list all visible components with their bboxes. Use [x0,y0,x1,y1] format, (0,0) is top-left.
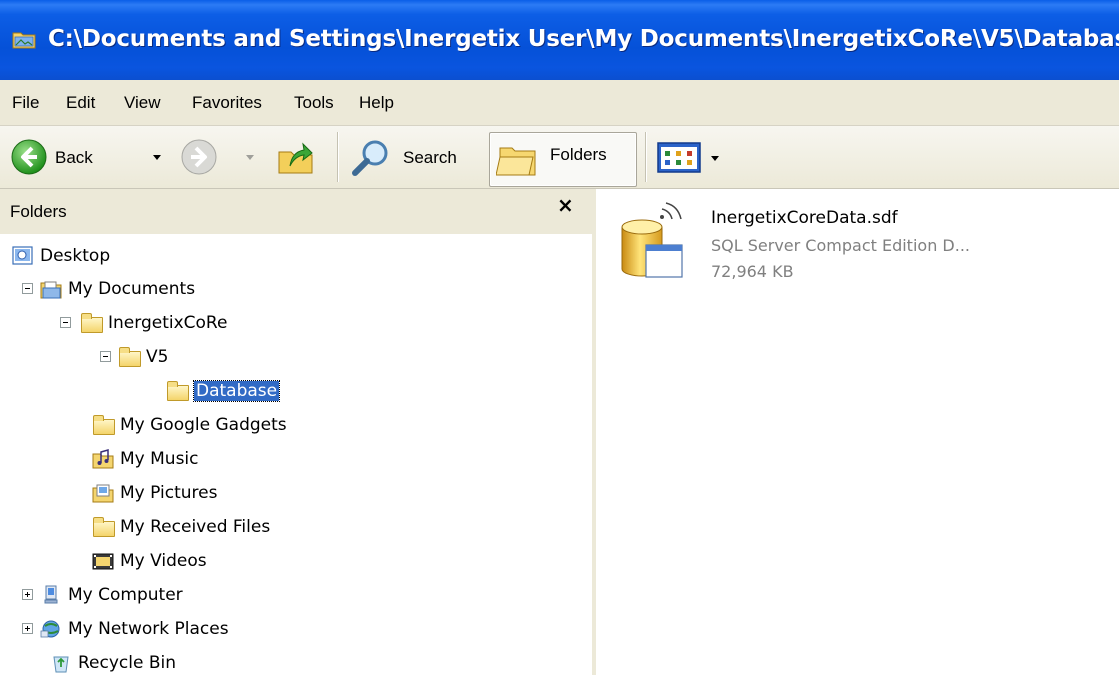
back-arrow-icon [10,138,48,176]
my-documents-icon [40,279,62,299]
my-computer-icon [40,585,62,605]
folders-label: Folders [550,145,607,164]
expand-icon[interactable] [22,589,33,600]
folder-icon [118,347,141,367]
music-folder-icon [92,449,114,469]
up-folder-button[interactable] [274,134,320,180]
tree-item-my-videos[interactable]: My Videos [92,547,207,575]
back-label: Back [55,148,93,167]
file-name: InergetixCoreData.sdf [711,208,898,228]
menu-file[interactable]: File [12,80,39,125]
tree-item-my-pictures[interactable]: My Pictures [92,479,217,507]
tree-item-database[interactable]: Database [166,377,281,405]
folders-panel-title: Folders [10,202,67,221]
tree-item-label: My Received Files [120,517,271,537]
tree-item-my-documents[interactable]: My Documents [40,275,195,303]
tree-item-label: My Google Gadgets [120,415,287,435]
toolbar-separator [337,132,339,182]
tree-item-desktop[interactable]: Desktop [12,242,110,270]
folder-icon [92,415,115,435]
menu-tools[interactable]: Tools [294,80,334,125]
menu-favorites[interactable]: Favorites [192,80,262,125]
collapse-icon[interactable] [100,351,111,362]
views-dropdown-icon[interactable] [711,156,719,161]
folders-panel-header [0,189,592,234]
tree-item-my-network-places[interactable]: My Network Places [40,615,229,643]
collapse-icon[interactable] [22,283,33,294]
expand-icon[interactable] [22,623,33,634]
forward-dropdown-icon[interactable] [246,155,254,160]
tree-item-label-selected: Database [192,380,281,402]
forward-arrow-icon [180,138,218,176]
search-button[interactable]: Search [350,136,480,180]
title-bar[interactable]: C:\Documents and Settings\Inergetix User… [0,0,1119,80]
database-file-icon [618,195,690,290]
tree-item-label: My Music [120,449,199,469]
views-grid-icon [656,140,704,176]
folders-toolbar-icon [495,140,540,180]
search-icon [350,136,394,180]
tree-item-my-music[interactable]: My Music [92,445,199,473]
search-label: Search [403,148,457,167]
tree-item-label: My Network Places [68,619,229,639]
folder-icon [80,313,103,333]
tree-item-my-computer[interactable]: My Computer [40,581,183,609]
tree-item-label: Recycle Bin [78,653,177,673]
tree-item-inergetixcore[interactable]: InergetixCoRe [80,309,227,337]
folder-icon [92,517,115,537]
tree-item-label: My Documents [68,279,196,299]
up-folder-icon [276,136,318,178]
tree-item-v5[interactable]: V5 [118,343,168,371]
menu-view[interactable]: View [124,80,161,125]
tree-item-label: V5 [146,347,169,367]
tree-item-my-received-files[interactable]: My Received Files [92,513,270,541]
collapse-icon[interactable] [60,317,71,328]
video-folder-icon [92,551,114,571]
forward-button[interactable] [180,136,255,180]
pictures-folder-icon [92,483,114,503]
file-type: SQL Server Compact Edition D... [711,236,970,255]
menu-bar [0,80,1119,126]
folder-open-icon [166,381,189,401]
tree-item-label: My Pictures [120,483,218,503]
toolbar-separator-2 [645,132,647,182]
folder-window-icon [12,30,36,49]
window-title: C:\Documents and Settings\Inergetix User… [48,26,1119,52]
back-dropdown-icon[interactable] [153,155,161,160]
tree-item-label: My Computer [68,585,183,605]
views-button[interactable] [656,140,726,180]
tree-item-label: My Videos [120,551,207,571]
network-icon [40,619,62,639]
tree-item-recycle-bin[interactable]: Recycle Bin [50,649,176,677]
back-button[interactable]: Back [8,136,168,180]
menu-help[interactable]: Help [359,80,394,125]
close-icon[interactable]: × [557,193,574,217]
menu-edit[interactable]: Edit [66,80,95,125]
file-size: 72,964 KB [711,262,794,281]
recycle-bin-icon [50,653,72,673]
desktop-icon [12,246,34,266]
tree-item-my-google-gadgets[interactable]: My Google Gadgets [92,411,287,439]
tree-item-label: InergetixCoRe [108,313,228,333]
tree-item-label: Desktop [40,246,111,266]
